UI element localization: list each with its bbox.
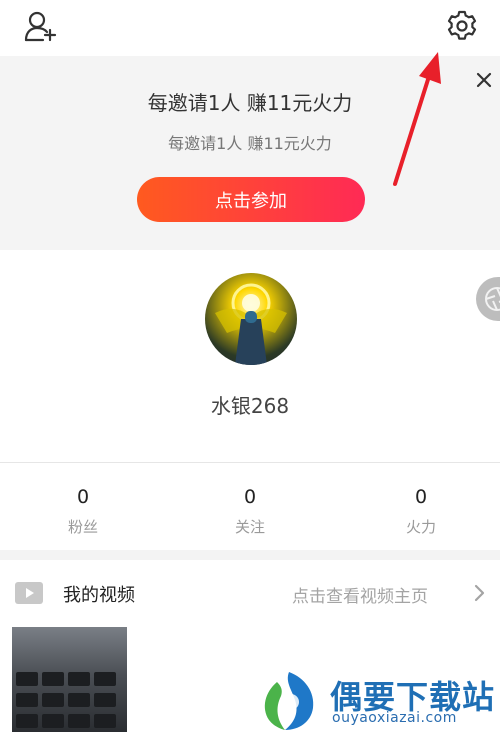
chevron-right-icon xyxy=(472,583,488,603)
stat-fans[interactable]: 0 粉丝 xyxy=(0,486,166,537)
annotation-arrow xyxy=(393,52,441,186)
view-video-homepage-link[interactable]: 点击查看视频主页 xyxy=(292,582,428,607)
stat-value: 0 xyxy=(243,486,257,508)
stat-label: 关注 xyxy=(234,518,265,536)
add-friend-icon[interactable] xyxy=(20,8,62,44)
video-thumbnail[interactable] xyxy=(12,627,127,732)
side-float-button[interactable] xyxy=(476,277,500,321)
video-play-icon xyxy=(15,582,43,604)
watermark-logo-icon xyxy=(264,672,314,730)
join-button[interactable]: 点击参加 xyxy=(137,177,365,222)
stat-value: 0 xyxy=(76,486,90,508)
stat-label: 火力 xyxy=(405,518,436,536)
avatar-image xyxy=(215,283,287,365)
camera-shutter-icon xyxy=(485,287,500,311)
watermark-domain: ouyaoxiazai.com xyxy=(332,710,457,726)
stat-value: 0 xyxy=(414,486,428,508)
stat-following[interactable]: 0 关注 xyxy=(167,486,333,537)
avatar[interactable] xyxy=(205,273,297,365)
divider xyxy=(0,462,500,463)
stat-firepower[interactable]: 0 火力 xyxy=(338,486,500,537)
section-gap xyxy=(0,550,500,560)
username: 水银268 xyxy=(210,394,290,418)
stat-label: 粉丝 xyxy=(67,518,98,536)
my-videos-title: 我的视频 xyxy=(63,585,135,606)
settings-gear-icon[interactable] xyxy=(442,6,482,46)
